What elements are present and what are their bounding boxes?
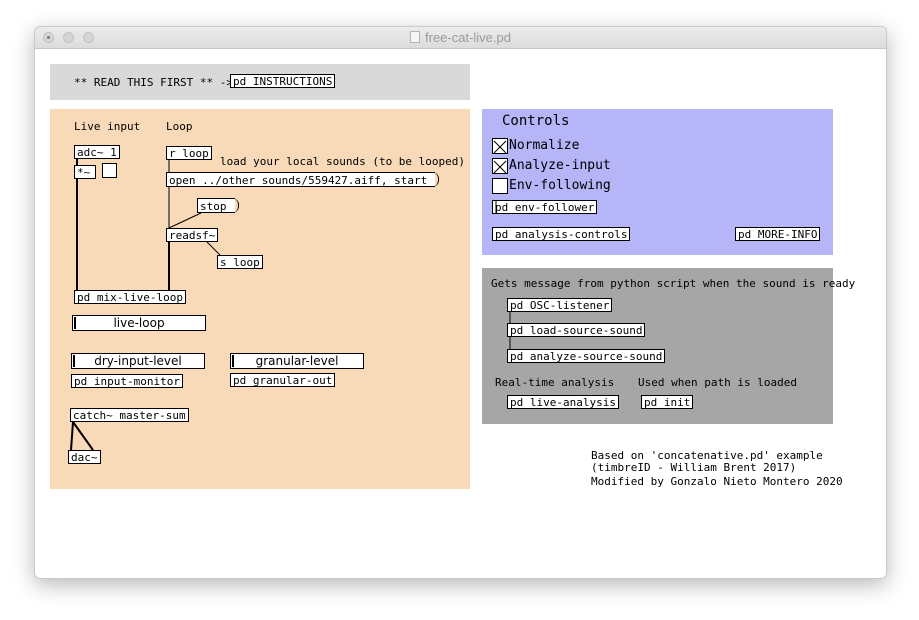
patch-window: free-cat-live.pd ** READ THIS FIRST ** -… — [34, 26, 887, 579]
document-icon — [410, 31, 420, 43]
window-title: free-cat-live.pd — [35, 30, 886, 45]
window-title-text: free-cat-live.pd — [425, 30, 511, 45]
patch-canvas[interactable]: ** READ THIS FIRST ** -> pd INSTRUCTIONS… — [35, 49, 886, 578]
title-bar: free-cat-live.pd — [35, 27, 886, 49]
patch-cords — [70, 159, 511, 451]
